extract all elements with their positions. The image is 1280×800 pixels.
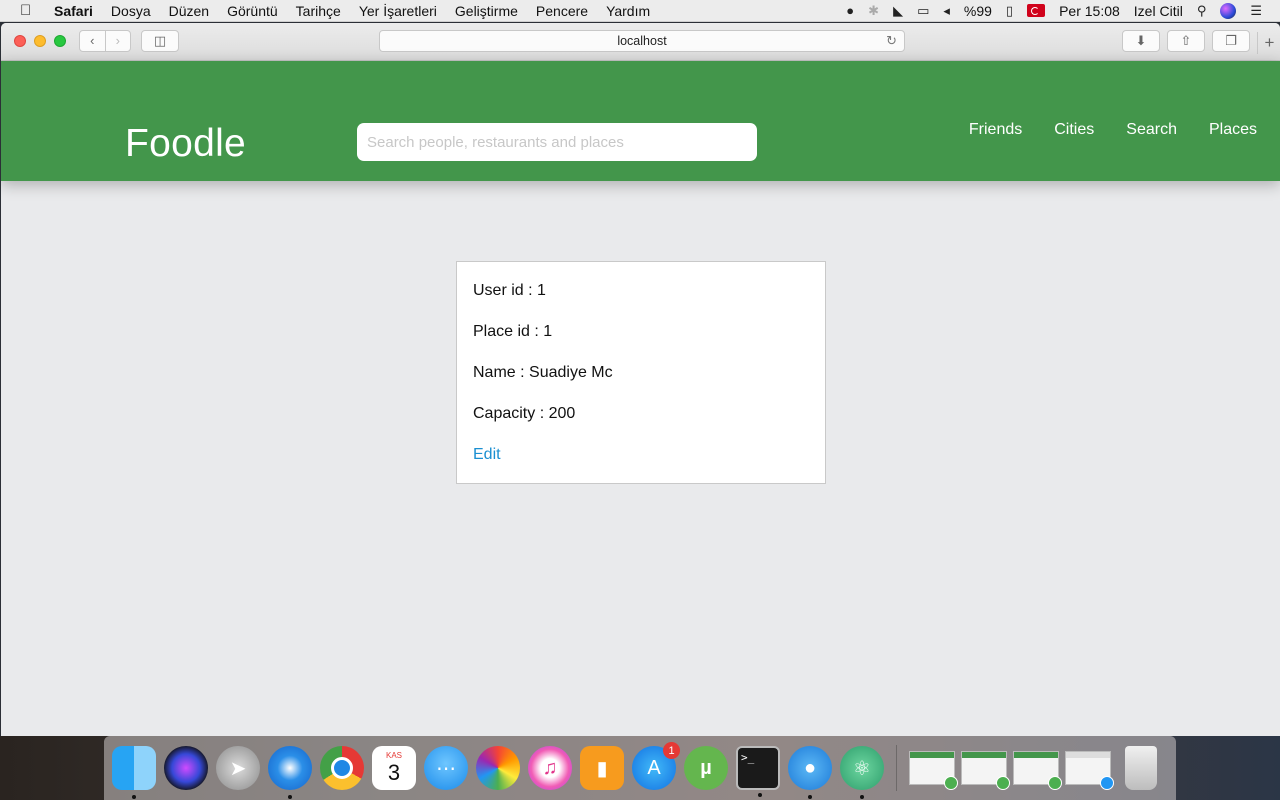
main-nav: Friends Cities Search Places (969, 121, 1257, 139)
search-input[interactable] (357, 123, 757, 161)
sidebar-toggle-icon[interactable]: ◫ (141, 30, 179, 52)
elephant-icon[interactable]: ● (846, 3, 854, 18)
nav-cities[interactable]: Cities (1054, 121, 1094, 139)
volume-icon[interactable]: ◂ (943, 3, 950, 19)
capacity-field: Capacity : 200 (473, 405, 576, 422)
history-nav: ‹ › (79, 30, 131, 52)
menu-history[interactable]: Tarihçe (296, 3, 341, 19)
messages-icon[interactable]: ⋯ (424, 746, 468, 790)
itunes-icon[interactable]: ♫ (528, 746, 572, 790)
tab-overview-icon[interactable]: ❐ (1212, 30, 1250, 52)
atom-icon[interactable]: ⚛ (840, 746, 884, 799)
forward-icon[interactable]: › (106, 31, 131, 51)
new-tab-icon[interactable]: + (1257, 32, 1280, 54)
sequel-pro-icon[interactable]: ● (788, 746, 832, 799)
minimized-window-1[interactable] (909, 751, 958, 790)
notification-center-icon[interactable]: ☰ (1250, 3, 1262, 19)
menu-bar:  Safari Dosya Düzen Görüntü Tarihçe Yer… (0, 0, 1280, 22)
ibooks-icon[interactable]: ▮ (580, 746, 624, 790)
finder-icon[interactable] (112, 746, 156, 799)
app-store-icon[interactable]: A 1 (632, 742, 680, 790)
spotlight-search-icon[interactable]: ⚲ (1197, 3, 1207, 19)
status-area: ● ✱ ◣ ▭ ◂ %99 ▯ Per 15:08 Izel Citil ⚲ ☰ (846, 2, 1280, 19)
siri-dock-icon[interactable] (164, 746, 208, 790)
browser-window: ‹ › ◫ localhost ↻ ⬇ ⇧ ❐ + Foodle Friends… (1, 23, 1280, 736)
back-icon[interactable]: ‹ (80, 31, 106, 51)
minimized-window-4[interactable] (1065, 751, 1114, 790)
nav-friends[interactable]: Friends (969, 121, 1022, 139)
calendar-month: KAS (385, 750, 402, 760)
menu-file[interactable]: Dosya (111, 3, 151, 19)
menu-app-name[interactable]: Safari (54, 3, 93, 19)
place-id-field: Place id : 1 (473, 323, 553, 340)
apple-menu-icon[interactable]:  (20, 2, 36, 19)
chrome-icon[interactable] (320, 746, 364, 790)
menu-view[interactable]: Görüntü (227, 3, 278, 19)
menu-bookmarks[interactable]: Yer İşaretleri (359, 3, 437, 19)
edit-link[interactable]: Edit (473, 446, 501, 463)
user-name[interactable]: Izel Citil (1134, 3, 1183, 19)
terminal-icon[interactable]: >_ (736, 746, 780, 797)
nav-search[interactable]: Search (1126, 121, 1177, 139)
calendar-icon[interactable]: KAS 3 (372, 746, 416, 790)
bluetooth-icon[interactable]: ✱ (868, 3, 879, 19)
site-logo[interactable]: Foodle (125, 122, 246, 166)
address-bar[interactable]: localhost ↻ (379, 30, 905, 52)
close-window-button[interactable] (14, 35, 26, 47)
minimize-window-button[interactable] (34, 35, 46, 47)
minimized-window-3[interactable] (1013, 751, 1062, 790)
dock-divider (896, 745, 897, 791)
reload-icon[interactable]: ↻ (886, 33, 897, 49)
wifi-icon[interactable]: ◣ (893, 3, 903, 19)
photos-icon[interactable] (476, 746, 520, 790)
site-header: Foodle Friends Cities Search Places (1, 61, 1280, 181)
safari-icon[interactable] (268, 746, 312, 799)
launchpad-icon[interactable]: ➤ (216, 746, 260, 790)
dock: ➤ KAS 3 ⋯ ♫ ▮ A 1 µ >_ ● ⚛ (104, 736, 1176, 800)
battery-percent[interactable]: %99 (964, 3, 992, 19)
menu-help[interactable]: Yardım (606, 3, 650, 19)
nav-places[interactable]: Places (1209, 121, 1257, 139)
menu-develop[interactable]: Geliştirme (455, 3, 518, 19)
trash-icon[interactable] (1125, 746, 1157, 790)
share-icon[interactable]: ⇧ (1167, 30, 1205, 52)
airplay-icon[interactable]: ▭ (917, 3, 929, 19)
calendar-day: 3 (387, 759, 401, 785)
place-name-field: Name : Suadiye Mc (473, 364, 613, 381)
siri-icon[interactable] (1220, 2, 1237, 19)
battery-icon[interactable]: ▯ (1006, 3, 1013, 19)
menu-edit[interactable]: Düzen (169, 3, 209, 19)
app-store-update-badge: 1 (663, 742, 680, 759)
input-source-flag-icon[interactable] (1027, 4, 1046, 17)
place-details-card: User id : 1 Place id : 1 Name : Suadiye … (456, 261, 826, 484)
downloads-icon[interactable]: ⬇ (1122, 30, 1160, 52)
user-id-field: User id : 1 (473, 282, 546, 299)
utorrent-icon[interactable]: µ (684, 746, 728, 790)
zoom-window-button[interactable] (54, 35, 66, 47)
address-url: localhost (617, 34, 667, 48)
minimized-window-2[interactable] (961, 751, 1010, 790)
browser-toolbar: ‹ › ◫ localhost ↻ ⬇ ⇧ ❐ + (1, 23, 1280, 61)
clock[interactable]: Per 15:08 (1059, 3, 1120, 19)
menu-window[interactable]: Pencere (536, 3, 588, 19)
